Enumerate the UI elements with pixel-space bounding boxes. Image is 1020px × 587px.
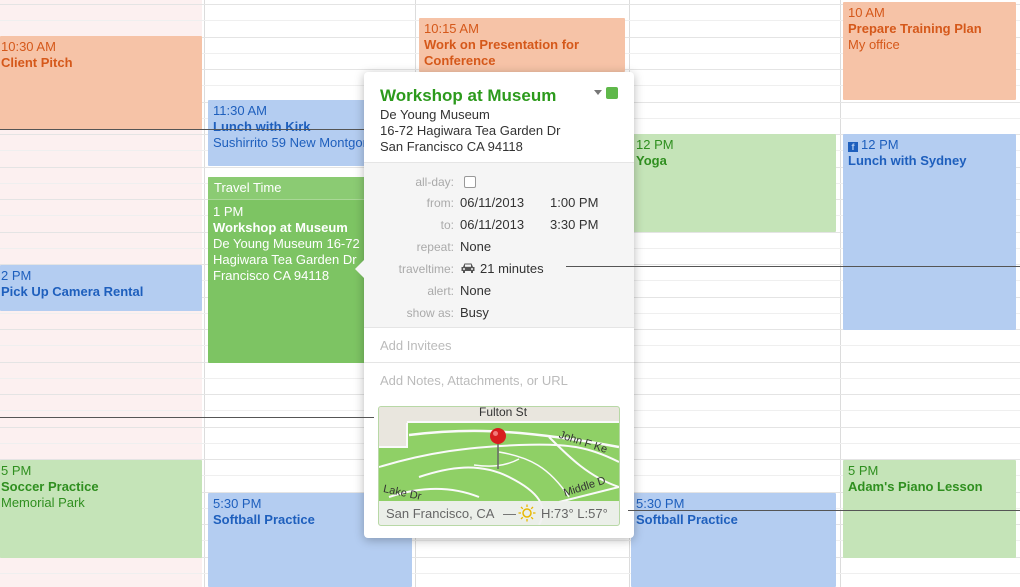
map-street-label: Fulton St — [479, 406, 528, 419]
sun-icon — [518, 504, 536, 522]
event-time: 12 PM — [636, 137, 674, 152]
event-client-pitch[interactable]: 10:30 AM Client Pitch — [0, 36, 202, 130]
to-label: to: — [440, 218, 454, 232]
event-location: Memorial Park — [1, 495, 85, 510]
callout-line-weather — [628, 510, 1020, 511]
traveltime-text: 21 minutes — [480, 261, 544, 276]
event-pickup-camera[interactable]: 2 PM Pick Up Camera Rental — [0, 265, 202, 311]
event-softball-2[interactable]: 5:30 PM Softball Practice — [631, 493, 836, 587]
to-date[interactable]: 06/11/2013 — [460, 217, 524, 232]
event-time-text: 12 PM — [861, 137, 899, 152]
popover-header: Workshop at Museum De Young Museum 16-72… — [364, 72, 634, 163]
weather-bar: San Francisco, CA — H:73° L:57° — [379, 501, 619, 525]
weather-temps: H:73° L:57° — [541, 506, 608, 521]
event-time: 10 AM — [848, 5, 885, 20]
repeat-label: repeat: — [416, 240, 454, 254]
traveltime-value[interactable]: 21 minutes — [460, 261, 544, 276]
chevron-down-icon[interactable] — [594, 90, 602, 95]
map-pin-icon[interactable] — [488, 427, 508, 471]
popover-arrow — [355, 260, 364, 278]
show-as-label: show as: — [406, 306, 454, 320]
event-time: 5 PM — [848, 463, 879, 478]
weather-city: San Francisco, CA — [386, 506, 495, 521]
show-as-value[interactable]: Busy — [460, 305, 489, 320]
traveltime-label: traveltime: — [398, 262, 454, 276]
divider — [364, 362, 634, 363]
event-soccer[interactable]: 5 PM Soccer Practice Memorial Park — [0, 460, 202, 558]
event-title-line: Work on Presentation for — [424, 37, 580, 52]
event-title: Pick Up Camera Rental — [1, 284, 144, 299]
event-detail-popover[interactable]: Workshop at Museum De Young Museum 16-72… — [355, 72, 634, 538]
column-divider — [204, 0, 205, 587]
calendar-color-swatch[interactable] — [606, 87, 618, 99]
event-training-plan[interactable]: 10 AM Prepare Training Plan My office — [843, 2, 1016, 100]
event-title: Softball Practice — [636, 512, 738, 527]
callout-line-traveltime — [566, 266, 1020, 267]
weather-dash: — — [503, 506, 516, 521]
event-time: 10:15 AM — [424, 21, 479, 36]
all-day-label: all-day: — [415, 175, 454, 189]
popover-location-line[interactable]: 16-72 Hagiwara Tea Garden Dr — [380, 123, 560, 138]
callout-line-location — [0, 129, 372, 130]
event-title: Adam's Piano Lesson — [848, 479, 983, 494]
event-title: Prepare Training Plan — [848, 21, 982, 36]
event-time: 5 PM — [1, 463, 32, 478]
event-presentation[interactable]: 10:15 AM Work on Presentation for Confer… — [419, 18, 625, 72]
event-time: f 12 PM — [848, 137, 1016, 153]
event-title: Soccer Practice — [1, 479, 99, 494]
add-invitees-field[interactable]: Add Invitees — [380, 338, 452, 353]
popover-location-line[interactable]: San Francisco CA 94118 — [380, 139, 523, 154]
event-piano-lesson[interactable]: 5 PM Adam's Piano Lesson — [843, 460, 1016, 558]
alert-value[interactable]: None — [460, 283, 491, 298]
popover-location-line[interactable]: De Young Museum — [380, 107, 490, 122]
event-title-line: Conference — [424, 53, 496, 68]
callout-line-map — [0, 417, 374, 418]
from-time[interactable]: 1:00 PM — [550, 195, 598, 210]
location-map[interactable]: Fulton St John F Ke Lake Dr Middle D San… — [378, 406, 620, 526]
half-hour-line — [0, 573, 1020, 574]
popover-title[interactable]: Workshop at Museum — [380, 86, 556, 106]
all-day-checkbox[interactable] — [464, 176, 476, 188]
alert-label: alert: — [427, 284, 454, 298]
from-label: from: — [426, 196, 454, 210]
facebook-icon: f — [848, 142, 858, 152]
repeat-value[interactable]: None — [460, 239, 491, 254]
from-date[interactable]: 06/11/2013 — [460, 195, 524, 210]
event-lunch-sydney[interactable]: f 12 PM Lunch with Sydney — [843, 134, 1016, 330]
popover-details — [364, 163, 634, 328]
event-title: Yoga — [636, 153, 667, 168]
column-divider — [840, 0, 841, 587]
event-location: My office — [848, 37, 900, 52]
event-time: 10:30 AM — [1, 39, 56, 54]
travel-time-label: Travel Time — [214, 180, 282, 195]
event-title: Lunch with Sydney — [848, 153, 967, 168]
add-notes-field[interactable]: Add Notes, Attachments, or URL — [380, 373, 568, 388]
event-time: 2 PM — [1, 268, 32, 283]
to-time[interactable]: 3:30 PM — [550, 217, 598, 232]
event-yoga[interactable]: 12 PM Yoga — [631, 134, 836, 232]
event-title: Client Pitch — [1, 55, 73, 70]
car-icon — [461, 263, 475, 273]
